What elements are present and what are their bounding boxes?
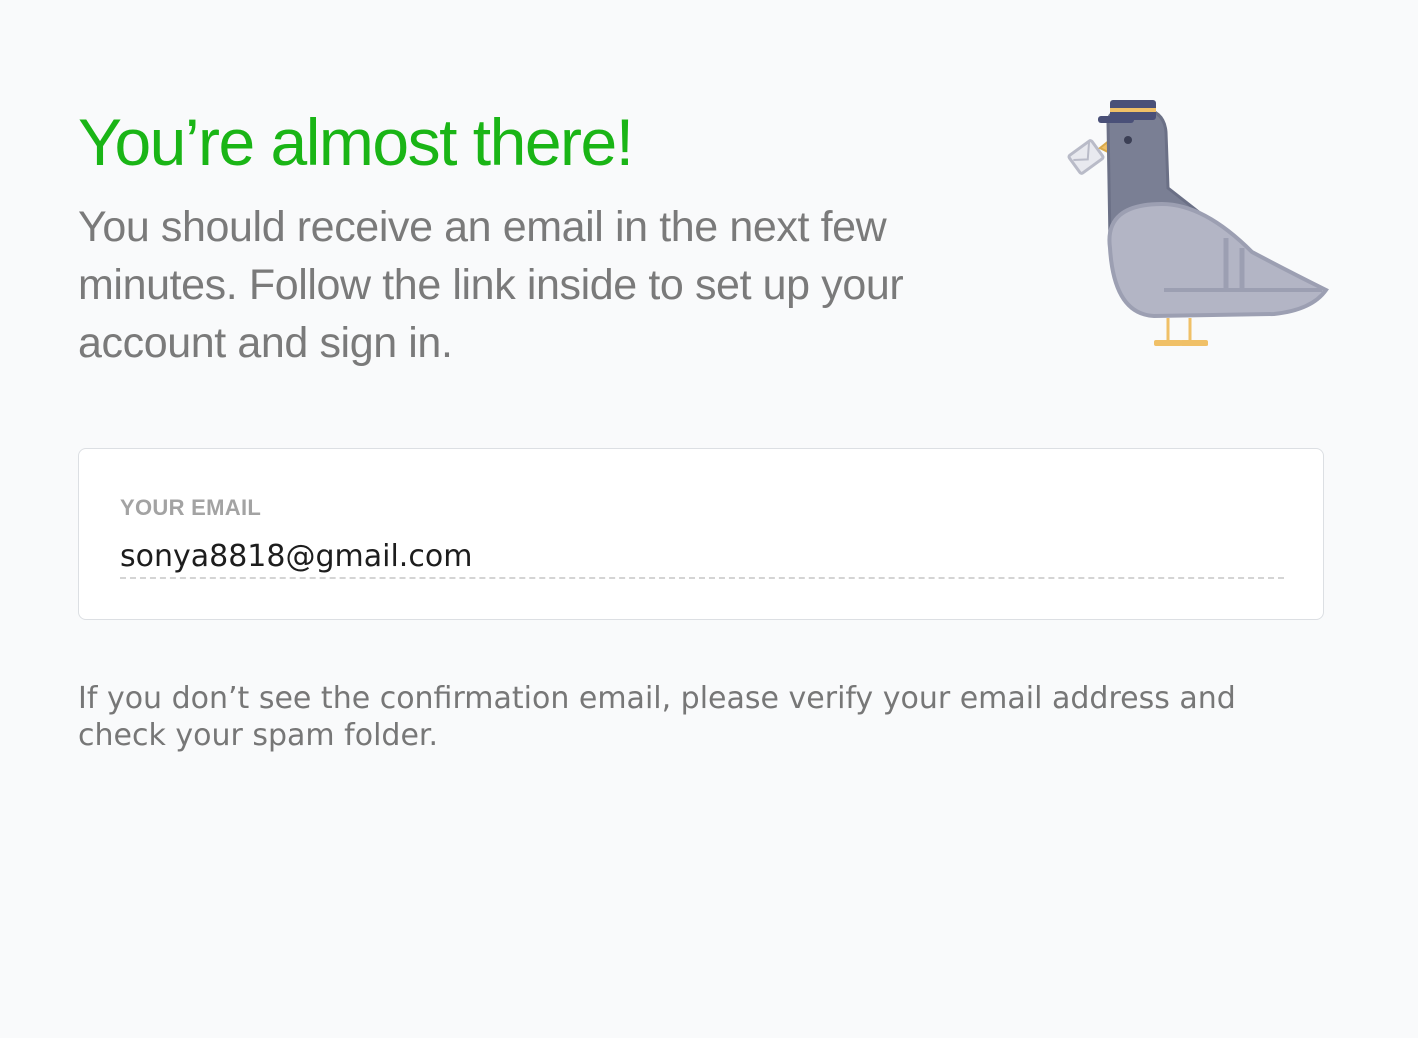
email-label: YOUR EMAIL xyxy=(120,495,262,520)
confirmation-page: You’re almost there! You should receive … xyxy=(78,0,1329,1038)
instructions-text: You should receive an email in the next … xyxy=(78,203,904,367)
page-title: You’re almost there! xyxy=(78,105,634,179)
hero-section: You’re almost there! You should receive … xyxy=(78,0,1329,448)
email-card: YOUR EMAIL xyxy=(78,448,1324,620)
email-field[interactable] xyxy=(120,535,1284,579)
spam-folder-note: If you don’t see the confirmation email,… xyxy=(78,681,1236,753)
envelope-icon xyxy=(1067,139,1105,175)
pigeon-icon xyxy=(1067,100,1329,346)
